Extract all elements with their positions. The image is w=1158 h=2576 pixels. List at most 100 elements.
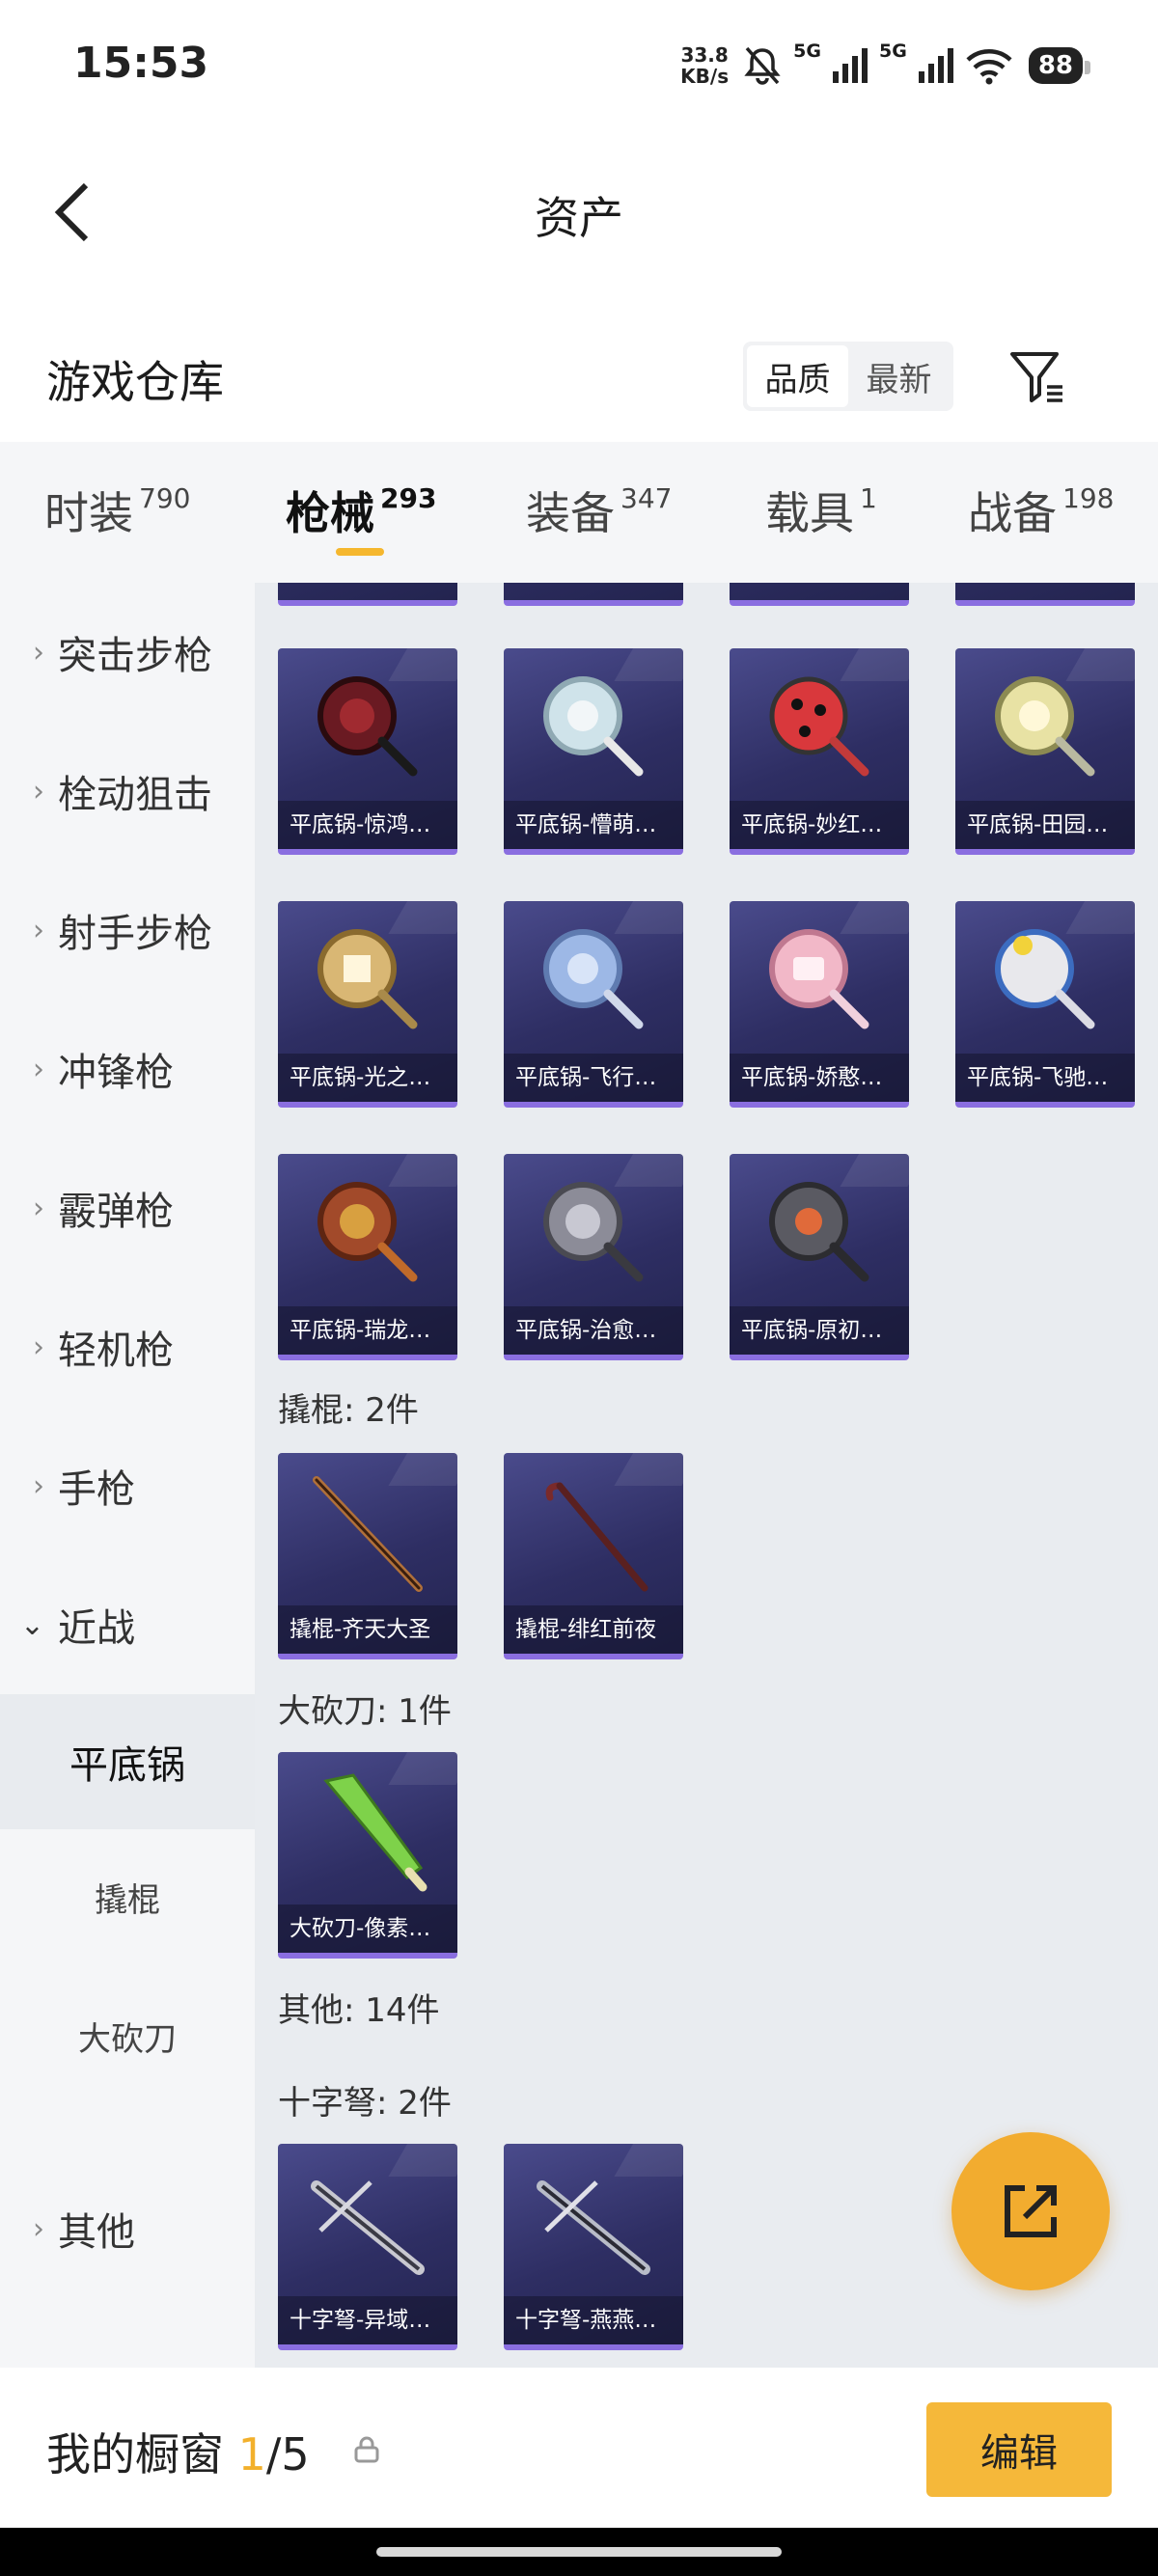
battery-indicator: 88 (1028, 47, 1091, 84)
active-tab-indicator (336, 548, 384, 556)
frying-pan-icon (769, 1182, 869, 1282)
item-card[interactable] (730, 583, 909, 606)
tab-vehicles[interactable]: 载具 1 (765, 479, 877, 542)
item-label: 平底锅-原初… (730, 1306, 909, 1355)
frying-pan-icon (317, 929, 418, 1029)
warehouse-header: 游戏仓库 品质 最新 (0, 328, 1158, 444)
item-card[interactable]: 大砍刀-像素… (278, 1752, 457, 1959)
item-label: 平底锅-飞行… (504, 1054, 683, 1102)
lock-icon (354, 2436, 379, 2463)
nav-bar: 资产 (0, 164, 1158, 260)
section-header-crossbow: 十字弩: 2件 (278, 2084, 452, 2123)
item-card[interactable]: 平底锅-娇憨… (730, 901, 909, 1108)
item-card[interactable] (504, 583, 683, 606)
frying-pan-icon (543, 1182, 644, 1282)
sidebar-item-shotgun[interactable]: › 霰弹枪 (0, 1160, 255, 1256)
item-card[interactable]: 平底锅-懵萌… (504, 648, 683, 855)
item-card[interactable]: 撬棍-绯红前夜 (504, 1453, 683, 1659)
sidebar-item-lmg[interactable]: › 轻机枪 (0, 1299, 255, 1395)
item-label: 撬棍-绯红前夜 (504, 1605, 683, 1654)
signal-icon (831, 39, 869, 93)
sidebar-item-melee[interactable]: ⌄ 近战 (0, 1576, 255, 1673)
item-card[interactable]: 平底锅-惊鸿… (278, 648, 457, 855)
sidebar-sub-crowbar[interactable]: 撬棍 (0, 1829, 255, 1964)
item-card[interactable] (955, 583, 1135, 606)
frying-pan-icon (995, 676, 1095, 777)
item-card[interactable]: 平底锅-妙红… (730, 648, 909, 855)
item-card[interactable]: 平底锅-原初… (730, 1154, 909, 1360)
item-label: 大砍刀-像素… (278, 1905, 457, 1953)
sidebar-item-marksman-rifle[interactable]: › 射手步枪 (0, 882, 255, 978)
sidebar-item-bolt-sniper[interactable]: › 栓动狙击 (0, 743, 255, 839)
frying-pan-icon (317, 1182, 418, 1282)
item-label: 十字弩-燕燕… (504, 2296, 683, 2344)
page-title: 资产 (535, 192, 623, 244)
chevron-down-icon: ⌄ (19, 1607, 44, 1642)
item-card[interactable] (278, 583, 457, 606)
category-sidebar: › 突击步枪 › 栓动狙击 › 射手步枪 › 冲锋枪 › 霰弹枪 › 轻机枪 › 手枪 ⌄ 近战… (0, 583, 255, 2368)
item-label: 平底锅-治愈… (504, 1306, 683, 1355)
warehouse-title: 游戏仓库 (46, 356, 224, 408)
home-indicator[interactable] (376, 2547, 782, 2557)
sidebar-item-pistol[interactable]: › 手枪 (0, 1438, 255, 1534)
item-label: 平底锅-懵萌… (504, 801, 683, 849)
sort-toggle: 品质 最新 (743, 342, 953, 411)
chevron-right-icon: › (33, 913, 44, 947)
section-header-machete: 大砍刀: 1件 (278, 1692, 452, 1731)
signal-icon (917, 39, 955, 93)
network-type-2: 5G (878, 41, 907, 62)
share-button[interactable] (951, 2132, 1110, 2290)
chevron-right-icon: › (33, 635, 44, 670)
item-card[interactable]: 撬棍-齐天大圣 (278, 1453, 457, 1659)
item-card[interactable]: 平底锅-瑞龙… (278, 1154, 457, 1360)
sidebar-item-assault-rifle[interactable]: › 突击步枪 (0, 604, 255, 700)
crossbow-icon (311, 2180, 425, 2275)
mute-bell-icon (741, 39, 784, 93)
system-nav-bar (0, 2528, 1158, 2576)
frying-pan-icon (995, 929, 1095, 1029)
section-header-other: 其他: 14件 (278, 1991, 440, 2030)
showcase-title: 我的橱窗 1/5 (46, 2428, 310, 2480)
tab-firearms[interactable]: 枪械 293 (286, 479, 436, 542)
edit-button[interactable]: 编辑 (926, 2402, 1112, 2497)
section-header-crowbar: 撬棍: 2件 (278, 1391, 419, 1430)
item-label: 平底锅-飞驰… (955, 1054, 1135, 1102)
item-label: 十字弩-异域… (278, 2296, 457, 2344)
item-card[interactable]: 十字弩-异域… (278, 2144, 457, 2350)
item-label: 平底锅-瑞龙… (278, 1306, 457, 1355)
status-bar: 15:53 33.8 KB/s 5G 5G 88 (0, 0, 1158, 125)
item-label: 平底锅-田园… (955, 801, 1135, 849)
tab-equipment[interactable]: 装备 347 (526, 479, 672, 542)
sort-newest-button[interactable]: 最新 (848, 345, 950, 407)
item-card[interactable]: 平底锅-飞驰… (955, 901, 1135, 1108)
wifi-icon (965, 39, 1013, 93)
tab-combat-supplies[interactable]: 战备 198 (968, 479, 1114, 542)
item-card[interactable]: 十字弩-燕燕… (504, 2144, 683, 2350)
tab-fashion[interactable]: 时装 790 (44, 479, 190, 542)
crossbow-icon (537, 2180, 650, 2275)
frying-pan-icon (317, 676, 418, 777)
item-card[interactable]: 平底锅-田园… (955, 648, 1135, 855)
sidebar-sub-machete[interactable]: 大砍刀 (0, 1968, 255, 2103)
status-time: 15:53 (73, 39, 209, 88)
frying-pan-icon (543, 929, 644, 1029)
filter-button[interactable] (1004, 343, 1071, 411)
chevron-right-icon: › (33, 1052, 44, 1086)
chevron-right-icon: › (33, 1329, 44, 1364)
item-label: 撬棍-齐天大圣 (278, 1605, 457, 1654)
share-icon (1005, 2185, 1057, 2237)
status-icons: 33.8 KB/s 5G 5G 88 (677, 39, 1091, 93)
network-speed: 33.8 KB/s (680, 43, 730, 88)
sidebar-item-other[interactable]: › 其他 (0, 2180, 255, 2277)
filter-icon (1010, 352, 1062, 402)
crowbar-icon (313, 1476, 423, 1592)
item-card[interactable]: 平底锅-光之… (278, 901, 457, 1108)
sidebar-item-smg[interactable]: › 冲锋枪 (0, 1021, 255, 1117)
sort-quality-button[interactable]: 品质 (747, 345, 848, 407)
network-type-1: 5G (793, 41, 821, 62)
chevron-right-icon: › (33, 1191, 44, 1225)
item-card[interactable]: 平底锅-飞行… (504, 901, 683, 1108)
chevron-right-icon: › (33, 1468, 44, 1503)
sidebar-sub-pan[interactable]: 平底锅 (0, 1694, 255, 1829)
item-card[interactable]: 平底锅-治愈… (504, 1154, 683, 1360)
